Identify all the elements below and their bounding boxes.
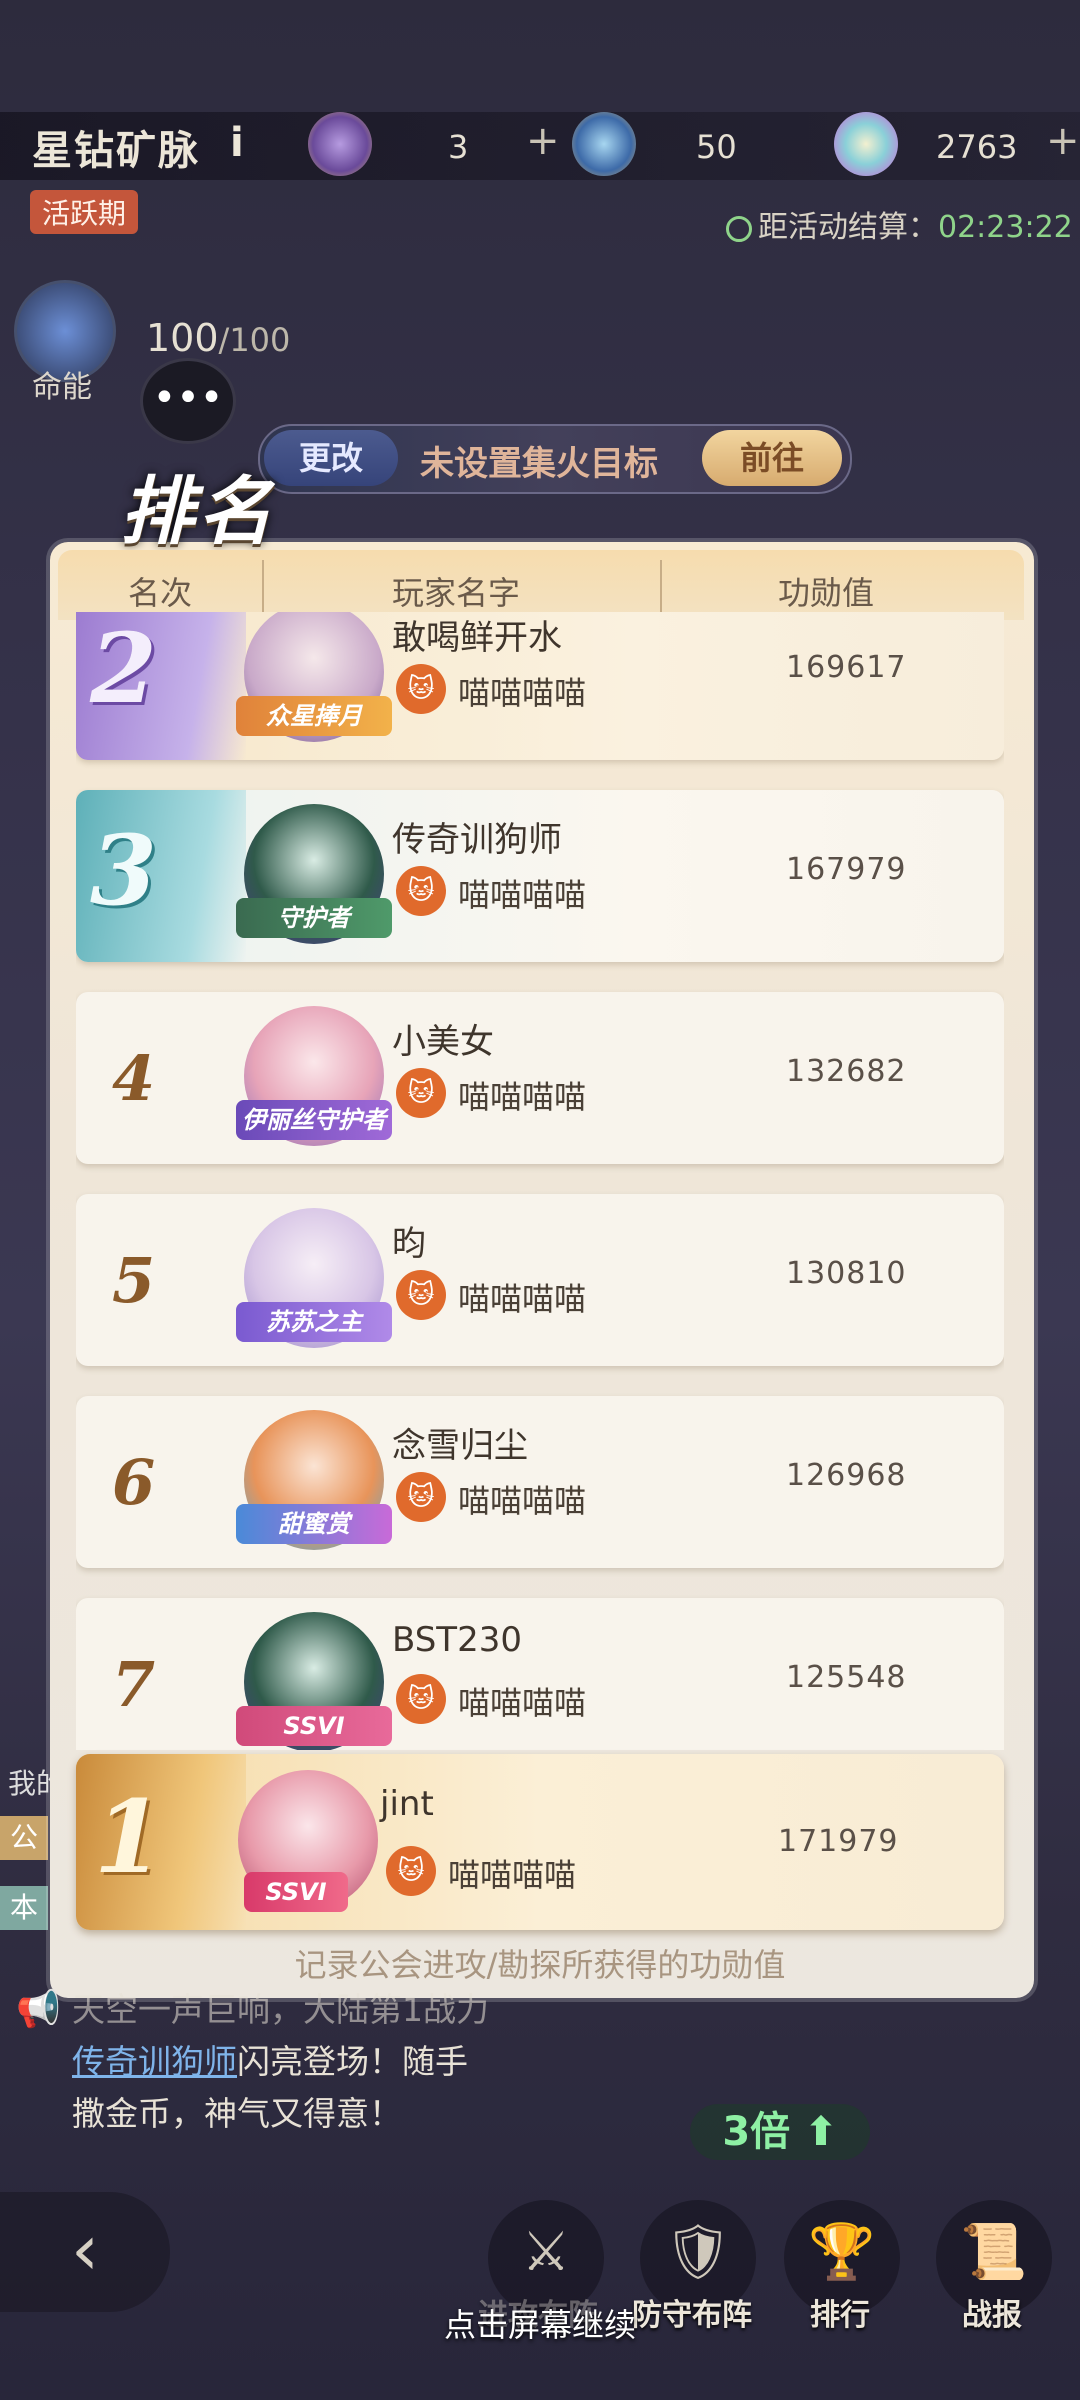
megaphone-icon: 📢 bbox=[16, 1989, 61, 2030]
ranking-title: 排名 bbox=[120, 469, 276, 555]
player-name: 小美女 bbox=[392, 1022, 494, 1062]
broadcast-message: 天空一声巨响，大陆第1战力 传奇训狗师闪亮登场！随手 撒金币，神气又得意！ bbox=[72, 1984, 489, 2140]
back-button[interactable]: ‹ bbox=[0, 2192, 170, 2312]
col-header-name: 玩家名字 bbox=[392, 574, 521, 612]
focus-target-text: 未设置集火目标 bbox=[420, 444, 658, 484]
energy-current: 100 bbox=[146, 316, 219, 360]
avatar-frame-tag: 众星捧月 bbox=[236, 696, 392, 736]
multiplier-value: 3倍 bbox=[722, 2109, 791, 2155]
go-button[interactable]: 前往 bbox=[702, 430, 842, 486]
rank-number: 3 bbox=[90, 814, 157, 927]
player-name: 传奇训狗师 bbox=[392, 820, 562, 860]
guild-name: 喵喵喵喵 bbox=[458, 674, 587, 712]
col-divider bbox=[660, 560, 662, 618]
col-header-score: 功勋值 bbox=[778, 574, 875, 612]
energy-value: 100/100 bbox=[146, 316, 290, 360]
rank-number: 6 bbox=[112, 1446, 156, 1519]
energy-label: 命能 bbox=[32, 370, 92, 405]
player-name: 念雪归尘 bbox=[392, 1426, 528, 1466]
merit-score: 171979 bbox=[778, 1824, 899, 1859]
merit-score: 130810 bbox=[786, 1256, 907, 1291]
guild-name: 喵喵喵喵 bbox=[458, 1078, 587, 1116]
rank-number: 7 bbox=[112, 1648, 156, 1721]
table-row[interactable]: 2 众星捧月 敢喝鲜开水 🐱 喵喵喵喵 169617 bbox=[76, 612, 1004, 760]
player-name: 敢喝鲜开水 bbox=[392, 618, 562, 658]
merit-score: 132682 bbox=[786, 1054, 907, 1089]
tap-to-continue-hint[interactable]: 点击屏幕继续 bbox=[0, 2300, 1080, 2346]
add-ore-button[interactable]: + bbox=[526, 118, 560, 164]
player-name: jint bbox=[380, 1784, 434, 1824]
player-name: 昀 bbox=[392, 1224, 426, 1264]
avatar-frame-tag: 守护者 bbox=[236, 898, 392, 938]
chat-bubble-icon[interactable]: ••• bbox=[140, 358, 236, 444]
merit-score: 167979 bbox=[786, 852, 907, 887]
guild-name: 喵喵喵喵 bbox=[458, 1482, 587, 1520]
guild-cat-icon: 🐱 bbox=[396, 1270, 446, 1320]
broadcast-player-link[interactable]: 传奇训狗师 bbox=[72, 2042, 237, 2081]
broadcast-line: 天空一声巨响，大陆第1战力 bbox=[72, 1990, 489, 2029]
ranking-footnote: 记录公会进攻/勘探所获得的功勋值 bbox=[294, 1946, 786, 1984]
player-name: BST230 bbox=[392, 1620, 522, 1660]
planet-gem-icon bbox=[572, 112, 636, 176]
add-rainbow-button[interactable]: + bbox=[1046, 118, 1080, 164]
event-title: 星钻矿脉 bbox=[32, 128, 200, 174]
rainbow-gem-icon bbox=[834, 112, 898, 176]
multiplier-badge: 3倍 ⬆ bbox=[690, 2104, 870, 2160]
resource-rainbow-value: 2763 bbox=[936, 128, 1018, 166]
guild-cat-icon: 🐱 bbox=[396, 866, 446, 916]
table-row[interactable]: 6 甜蜜赏 念雪归尘 🐱 喵喵喵喵 126968 bbox=[76, 1396, 1004, 1568]
table-row[interactable]: 7 SSVI BST230 🐱 喵喵喵喵 125548 bbox=[76, 1598, 1004, 1750]
avatar-frame-tag: 伊丽丝守护者 bbox=[236, 1100, 392, 1140]
resource-ore-value: 3 bbox=[448, 128, 469, 166]
guild-name: 喵喵喵喵 bbox=[458, 1280, 587, 1318]
broadcast-line: 闪亮登场！随手 bbox=[237, 2042, 468, 2081]
rank-number: 2 bbox=[90, 612, 157, 725]
timer-value: 02:23:22 bbox=[938, 210, 1073, 245]
table-row[interactable]: 5 苏苏之主 昀 🐱 喵喵喵喵 130810 bbox=[76, 1194, 1004, 1366]
broadcast-line: 撒金币，神气又得意！ bbox=[72, 2094, 402, 2133]
merit-score: 169617 bbox=[786, 650, 907, 685]
guild-name: 喵喵喵喵 bbox=[458, 1684, 587, 1722]
table-row[interactable]: 3 守护者 传奇训狗师 🐱 喵喵喵喵 167979 bbox=[76, 790, 1004, 962]
change-target-button[interactable]: 更改 bbox=[264, 430, 398, 486]
merit-score: 125548 bbox=[786, 1660, 907, 1695]
guild-name: 喵喵喵喵 bbox=[458, 876, 587, 914]
clock-icon bbox=[726, 215, 752, 242]
guild-cat-icon: 🐱 bbox=[396, 664, 446, 714]
side-tab-local[interactable]: 本 bbox=[0, 1886, 48, 1930]
guild-cat-icon: 🐱 bbox=[396, 1068, 446, 1118]
purple-ore-icon bbox=[308, 112, 372, 176]
guild-cat-icon: 🐱 bbox=[396, 1674, 446, 1724]
rank-number: 4 bbox=[112, 1042, 156, 1115]
arrow-up-icon: ⬆ bbox=[804, 2109, 838, 2155]
timer-label: 距活动结算： bbox=[758, 210, 938, 245]
rank-number: 5 bbox=[112, 1244, 156, 1317]
avatar-frame-tag: 苏苏之主 bbox=[236, 1302, 392, 1342]
avatar-frame-tag: SSVI bbox=[244, 1872, 348, 1912]
rank-number: 1 bbox=[94, 1778, 164, 1896]
avatar-frame-tag: SSVI bbox=[236, 1706, 392, 1746]
col-header-rank: 名次 bbox=[128, 574, 193, 612]
avatar-frame-tag: 甜蜜赏 bbox=[236, 1504, 392, 1544]
info-icon[interactable]: i bbox=[230, 120, 244, 166]
guild-name: 喵喵喵喵 bbox=[448, 1856, 577, 1894]
energy-max: /100 bbox=[218, 321, 291, 359]
guild-cat-icon: 🐱 bbox=[396, 1472, 446, 1522]
ranking-header bbox=[58, 550, 1024, 620]
phase-badge: 活跃期 bbox=[30, 190, 139, 234]
col-divider bbox=[262, 560, 264, 618]
table-row[interactable]: 4 伊丽丝守护者 小美女 🐱 喵喵喵喵 132682 bbox=[76, 992, 1004, 1164]
settlement-timer: 距活动结算：02:23:22 bbox=[726, 202, 1073, 246]
side-tab-guild[interactable]: 公 bbox=[0, 1816, 48, 1860]
ranking-list[interactable]: 2 众星捧月 敢喝鲜开水 🐱 喵喵喵喵 169617 3 守护者 传奇训狗师 🐱… bbox=[76, 612, 1004, 1750]
guild-cat-icon: 🐱 bbox=[386, 1846, 436, 1896]
resource-gem-value: 50 bbox=[696, 128, 737, 166]
merit-score: 126968 bbox=[786, 1458, 907, 1493]
my-rank-row[interactable]: 1 SSVI jint 🐱 喵喵喵喵 171979 bbox=[76, 1754, 1004, 1930]
